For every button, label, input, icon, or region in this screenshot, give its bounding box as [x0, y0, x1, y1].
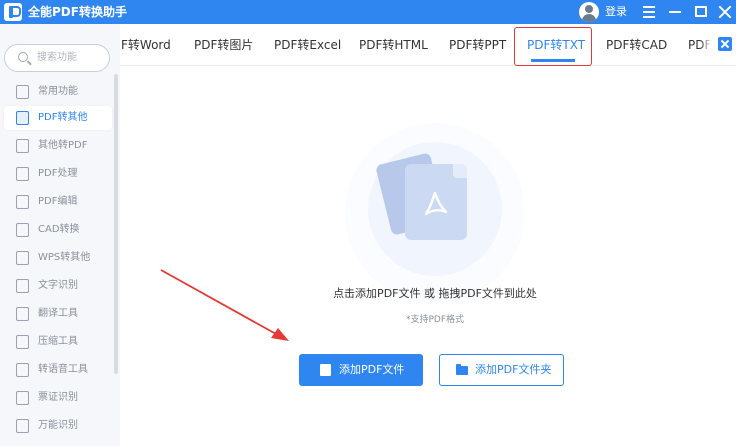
sidebar-item-label: 转语音工具 — [38, 364, 88, 375]
search-icon — [18, 52, 28, 62]
sidebar-item-speech[interactable]: 转语音工具 — [4, 358, 112, 382]
pdf-edit-icon — [16, 195, 29, 209]
menu-icon[interactable] — [638, 2, 660, 22]
maximize-icon[interactable] — [690, 2, 712, 22]
add-pdf-folder-button[interactable]: 添加PDF文件夹 — [439, 354, 564, 386]
sidebar-item-wps[interactable]: WPS转其他 — [4, 246, 112, 270]
tab-pdf-to-excel[interactable]: PDF转Excel — [274, 24, 341, 65]
ocr-icon — [16, 279, 29, 293]
sidebar-item-label: 常用功能 — [38, 86, 78, 97]
folder-icon — [456, 364, 468, 375]
active-tab-indicator — [531, 59, 575, 62]
search-input[interactable]: 搜索功能 — [4, 44, 110, 72]
close-icon[interactable] — [714, 2, 736, 22]
app-logo-icon — [4, 3, 22, 21]
sidebar-item-ocr[interactable]: 文字识别 — [4, 274, 112, 298]
sidebar-scrollbar[interactable] — [114, 74, 118, 374]
sidebar-item-pdf-to-other[interactable]: PDF转其他 — [4, 106, 112, 130]
pdf-process-icon — [16, 167, 29, 181]
sidebar-item-cad[interactable]: CAD转换 — [4, 218, 112, 242]
add-pdf-file-label: 添加PDF文件 — [339, 363, 405, 376]
universal-scan-icon — [16, 419, 29, 433]
sidebar: 搜索功能 常用功能 PDF转其他 其他转PDF PDF处理 PDF编辑 CAD转… — [0, 24, 120, 446]
sidebar-item-label: CAD转换 — [38, 224, 80, 235]
sidebar-item-label: PDF转其他 — [38, 112, 88, 123]
pdf-acrobat-icon — [424, 191, 448, 216]
add-file-icon — [320, 364, 331, 376]
sidebar-item-label: 票证识别 — [38, 392, 78, 403]
search-placeholder: 搜索功能 — [37, 52, 77, 63]
minimize-icon[interactable] — [664, 2, 686, 22]
wps-icon — [16, 251, 29, 265]
tab-bar: F转Word PDF转图片 PDF转Excel PDF转HTML PDF转PPT… — [120, 24, 736, 66]
sidebar-item-translate[interactable]: 翻译工具 — [4, 302, 112, 326]
pdf-convert-icon — [16, 111, 29, 125]
drop-hint-text: 点击添加PDF文件 或 拖拽PDF文件到此处 — [333, 287, 537, 300]
tab-pdf-to-html[interactable]: PDF转HTML — [359, 24, 428, 65]
sidebar-item-universal[interactable]: 万能识别 — [4, 414, 112, 438]
add-pdf-folder-label: 添加PDF文件夹 — [475, 363, 552, 376]
sidebar-item-other-to-pdf[interactable]: 其他转PDF — [4, 134, 112, 158]
tab-pdf-to-cad[interactable]: PDF转CAD — [606, 24, 667, 65]
sidebar-item-label: 其他转PDF — [38, 140, 88, 151]
tab-close-icon[interactable] — [718, 37, 732, 51]
tab-overflow-fade — [700, 24, 712, 64]
sidebar-item-label: 翻译工具 — [38, 308, 78, 319]
login-link[interactable]: 登录 — [605, 5, 627, 19]
sidebar-item-label: PDF编辑 — [38, 196, 78, 207]
format-hint-text: *支持PDF格式 — [405, 315, 465, 325]
sidebar-item-label: WPS转其他 — [38, 252, 91, 263]
cad-icon — [16, 223, 29, 237]
app-title: 全能PDF转换助手 — [28, 5, 127, 19]
ticket-icon — [16, 391, 29, 405]
sidebar-item-compress[interactable]: 压缩工具 — [4, 330, 112, 354]
tab-pdf-to-image[interactable]: PDF转图片 — [194, 24, 253, 65]
add-pdf-file-button[interactable]: 添加PDF文件 — [299, 354, 423, 386]
translate-icon — [16, 307, 29, 321]
sidebar-item-label: 万能识别 — [38, 420, 78, 431]
title-bar: 全能PDF转换助手 登录 — [0, 0, 736, 24]
sidebar-item-label: 文字识别 — [38, 280, 78, 291]
sidebar-item-label: 压缩工具 — [38, 336, 78, 347]
to-pdf-icon — [16, 139, 29, 153]
sidebar-item-label: PDF处理 — [38, 168, 78, 179]
sidebar-item-pdf-process[interactable]: PDF处理 — [4, 162, 112, 186]
user-avatar[interactable] — [579, 2, 599, 22]
compress-icon — [16, 335, 29, 349]
sidebar-item-ticket[interactable]: 票证识别 — [4, 386, 112, 410]
sidebar-item-pdf-edit[interactable]: PDF编辑 — [4, 190, 112, 214]
star-grid-icon — [16, 85, 29, 99]
tab-pdf-to-ppt[interactable]: PDF转PPT — [449, 24, 506, 65]
speech-icon — [16, 363, 29, 377]
tab-pdf-to-word[interactable]: F转Word — [121, 24, 171, 65]
sidebar-item-common[interactable]: 常用功能 — [4, 80, 112, 104]
